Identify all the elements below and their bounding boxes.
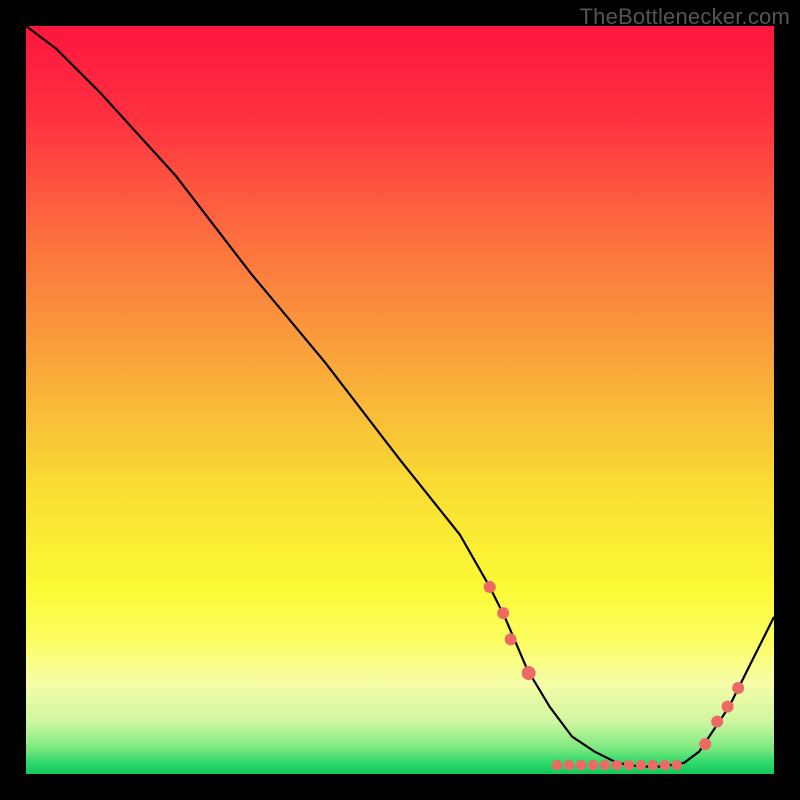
- curve-marker: [522, 666, 536, 680]
- curve-marker: [732, 682, 744, 694]
- curve-marker: [699, 738, 711, 750]
- curve-marker: [497, 607, 509, 619]
- chart-background: [26, 26, 774, 774]
- curve-marker: [588, 760, 598, 770]
- curve-marker: [636, 760, 646, 770]
- curve-marker: [648, 760, 658, 770]
- curve-marker: [576, 760, 586, 770]
- curve-marker: [612, 760, 622, 770]
- curve-marker: [660, 760, 670, 770]
- curve-marker: [600, 760, 610, 770]
- chart-frame: TheBottlenecker.com: [0, 0, 800, 800]
- curve-marker: [711, 716, 723, 728]
- curve-marker: [722, 701, 734, 713]
- curve-marker: [564, 760, 574, 770]
- watermark-text: TheBottlenecker.com: [580, 4, 790, 30]
- curve-marker: [505, 633, 517, 645]
- curve-marker: [484, 581, 496, 593]
- curve-marker: [672, 760, 682, 770]
- curve-marker: [624, 760, 634, 770]
- curve-marker: [552, 760, 562, 770]
- bottleneck-chart: [26, 26, 774, 774]
